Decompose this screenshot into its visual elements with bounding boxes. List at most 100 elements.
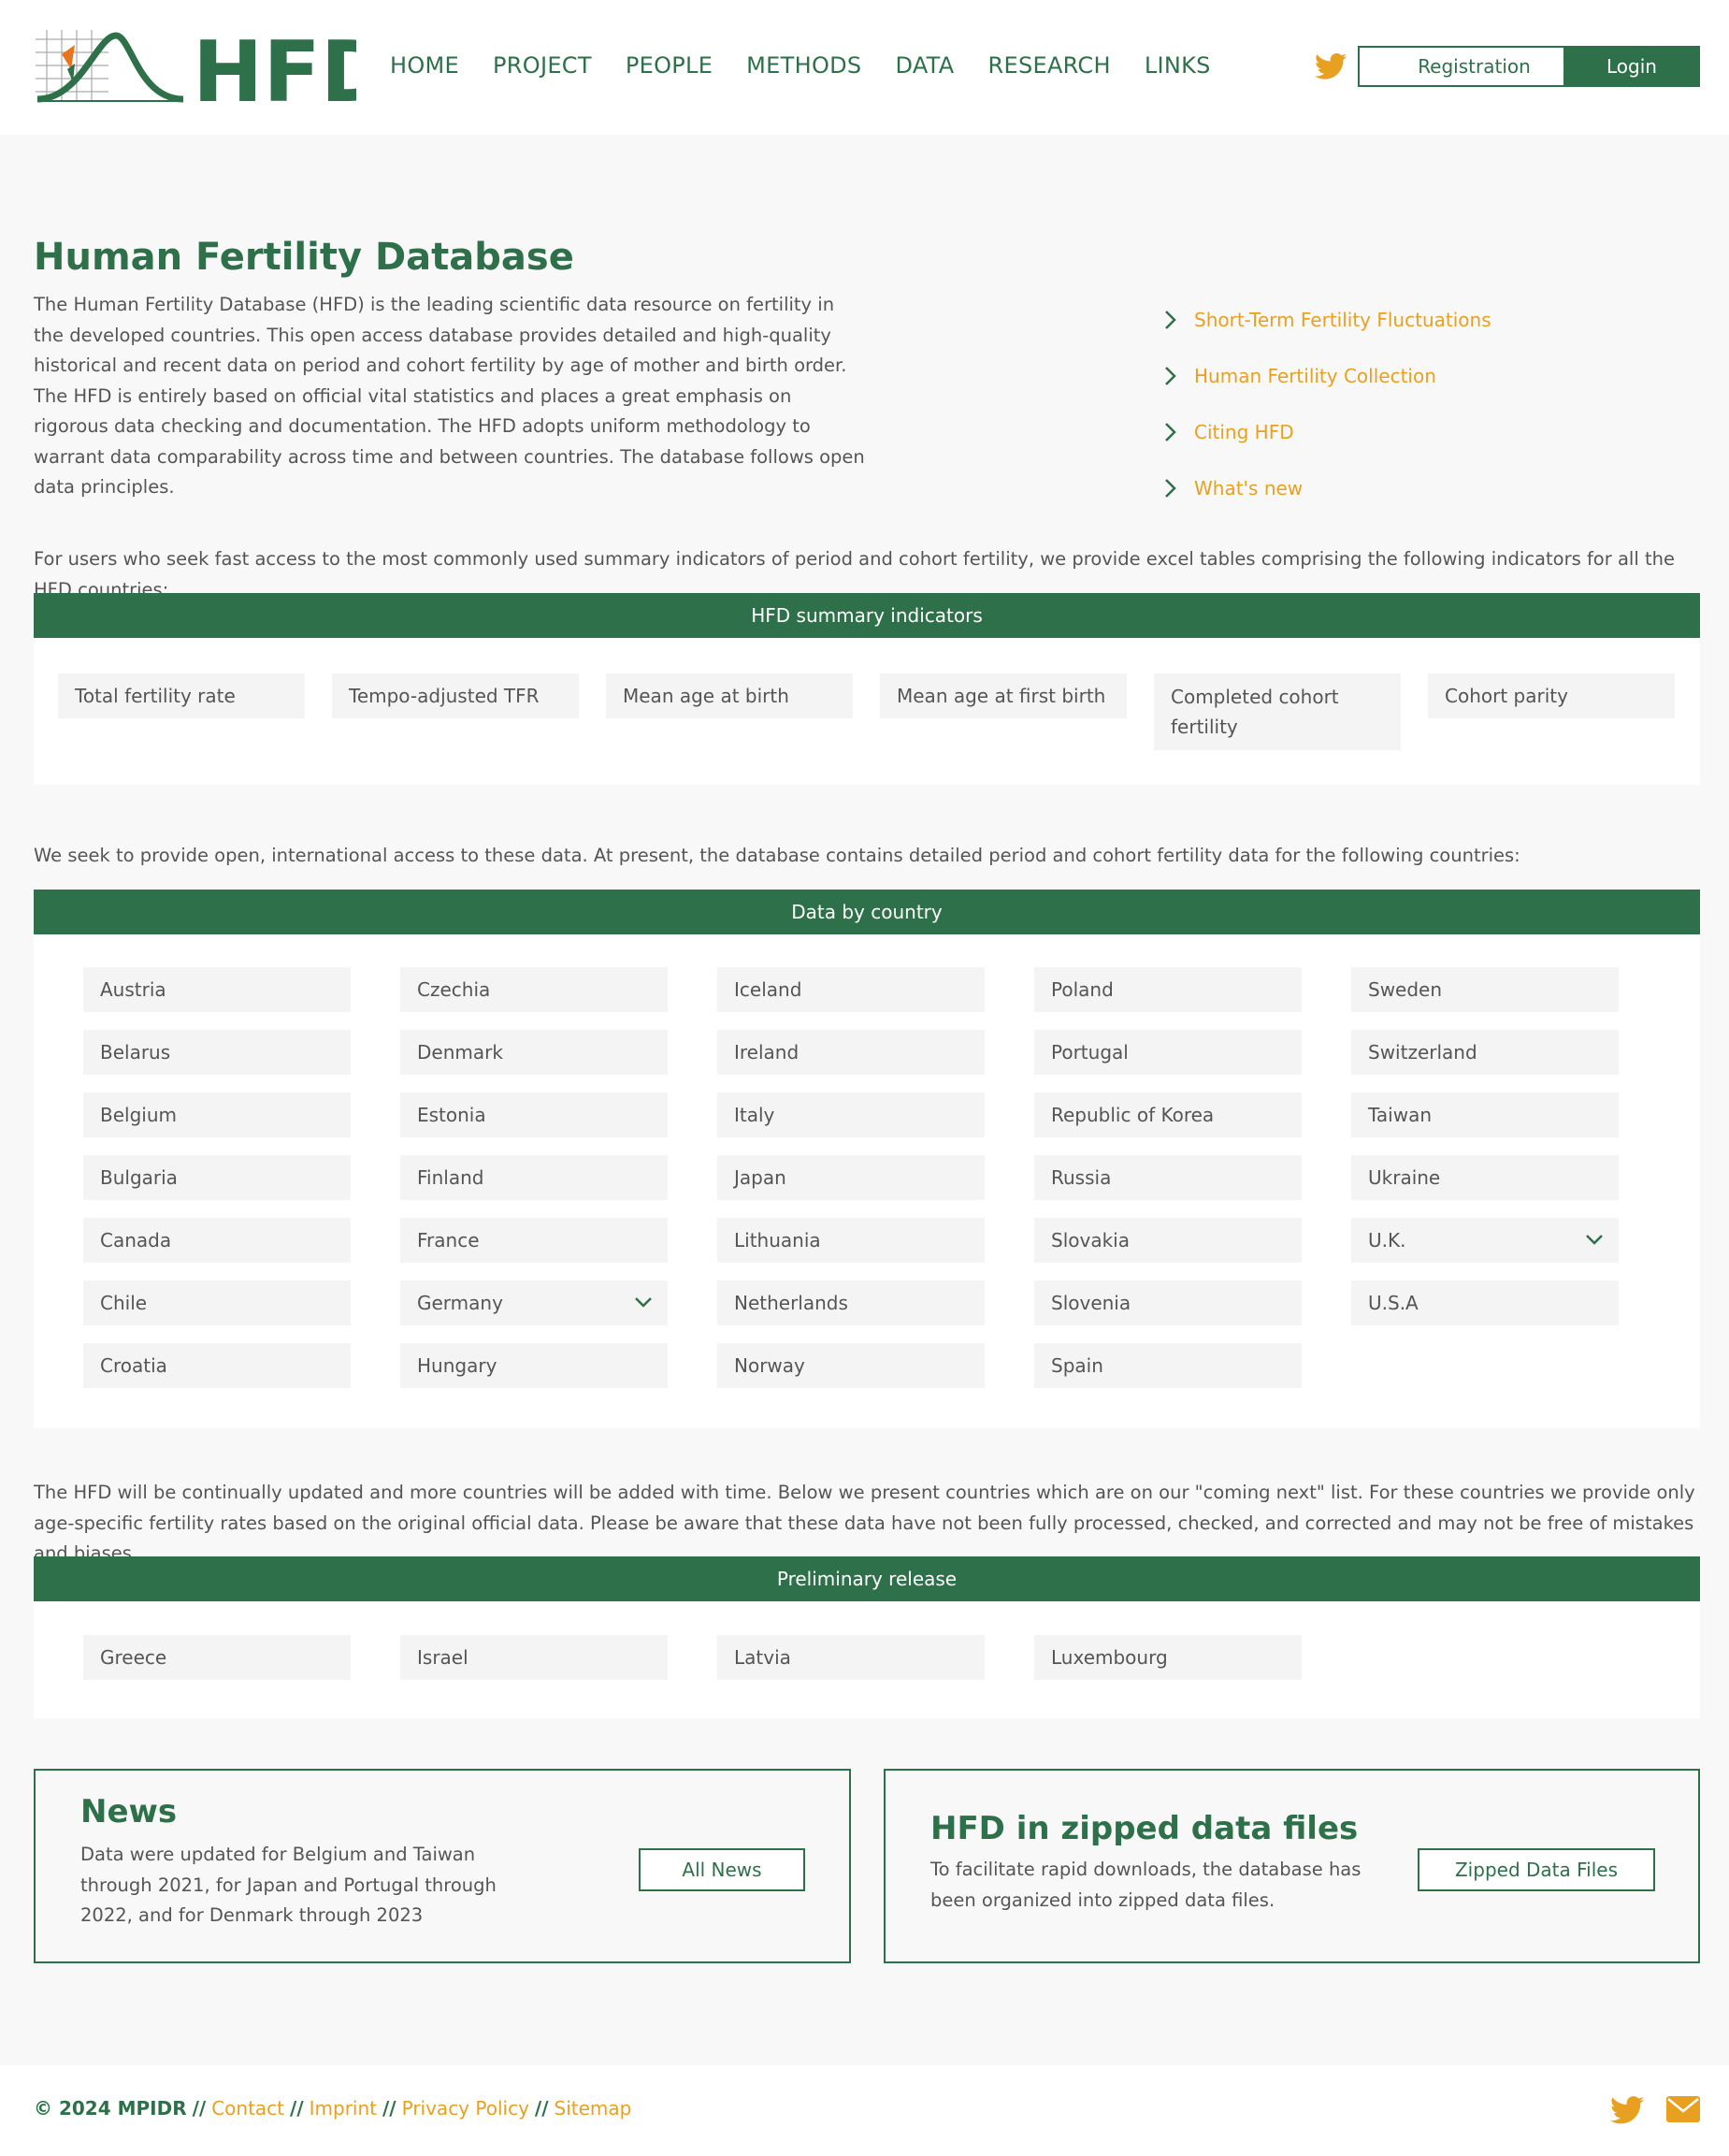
footer-link-privacy-policy[interactable]: Privacy Policy xyxy=(402,2097,529,2120)
main-nav: HOME PROJECT PEOPLE METHODS DATA RESEARC… xyxy=(390,52,1245,79)
country-item[interactable]: Ireland xyxy=(717,1030,985,1075)
page-title: Human Fertility Database xyxy=(34,236,574,279)
news-text: Data were updated for Belgium and Taiwan… xyxy=(80,1844,497,1926)
prelim-intro: The HFD will be continually updated and … xyxy=(34,1482,1695,1564)
prelim-country-item[interactable]: Greece xyxy=(83,1635,351,1680)
link-human-fertility-collection[interactable]: Human Fertility Collection xyxy=(1164,348,1491,404)
indicator-mean-age-first-birth[interactable]: Mean age at first birth xyxy=(880,673,1127,718)
country-item[interactable]: Austria xyxy=(83,967,351,1012)
chevron-right-icon xyxy=(1165,479,1176,498)
footer-link-contact[interactable]: Contact xyxy=(211,2097,284,2120)
country-item[interactable]: Iceland xyxy=(717,967,985,1012)
country-item[interactable]: Czechia xyxy=(400,967,668,1012)
country-label: Germany xyxy=(417,1292,503,1314)
country-item[interactable]: Bulgaria xyxy=(83,1155,351,1200)
country-item[interactable]: Croatia xyxy=(83,1343,351,1388)
nav-data[interactable]: DATA xyxy=(895,52,954,79)
zipped-data-files-button[interactable]: Zipped Data Files xyxy=(1418,1848,1655,1891)
country-item[interactable]: U.S.A xyxy=(1351,1281,1619,1325)
summary-panel: Total fertility rate Tempo-adjusted TFR … xyxy=(34,638,1700,785)
countries-panel: Austria Belarus Belgium Bulgaria Canada … xyxy=(34,934,1700,1428)
logo-text: HFD xyxy=(193,26,356,107)
nav-research[interactable]: RESEARCH xyxy=(988,52,1111,79)
twitter-icon[interactable] xyxy=(1315,52,1347,84)
country-item[interactable]: Belgium xyxy=(83,1092,351,1137)
link-short-term-fluctuations[interactable]: Short-Term Fertility Fluctuations xyxy=(1164,292,1491,348)
countries-intro: We seek to provide open, international a… xyxy=(34,845,1520,866)
separator: // xyxy=(534,2097,549,2120)
countries-header: Data by country xyxy=(34,890,1700,934)
zipped-box: HFD in zipped data files To facilitate r… xyxy=(884,1769,1700,1963)
prelim-country-item[interactable]: Israel xyxy=(400,1635,668,1680)
country-item[interactable]: Sweden xyxy=(1351,967,1619,1012)
country-item[interactable]: Taiwan xyxy=(1351,1092,1619,1137)
indicator-mean-age-at-birth[interactable]: Mean age at birth xyxy=(606,673,853,718)
country-item[interactable]: Norway xyxy=(717,1343,985,1388)
copyright: © 2024 MPIDR xyxy=(34,2097,187,2120)
country-item[interactable]: Chile xyxy=(83,1281,351,1325)
news-title: News xyxy=(80,1793,178,1830)
indicator-cohort-parity[interactable]: Cohort parity xyxy=(1428,673,1675,718)
nav-home[interactable]: HOME xyxy=(390,52,459,79)
country-item[interactable]: Lithuania xyxy=(717,1218,985,1263)
summary-header: HFD summary indicators xyxy=(34,593,1700,638)
chevron-down-icon xyxy=(1586,1235,1603,1245)
country-item[interactable]: Ukraine xyxy=(1351,1155,1619,1200)
link-citing-hfd[interactable]: Citing HFD xyxy=(1164,404,1491,460)
hfd-logo[interactable]: HFD xyxy=(34,23,391,122)
country-item[interactable]: Poland xyxy=(1034,967,1302,1012)
link-whats-new[interactable]: What's new xyxy=(1164,460,1491,516)
zipped-text: To facilitate rapid downloads, the datab… xyxy=(930,1859,1362,1911)
nav-project[interactable]: PROJECT xyxy=(493,52,592,79)
country-dropdown-uk[interactable]: U.K. xyxy=(1351,1218,1619,1263)
chevron-right-icon xyxy=(1165,423,1176,441)
prelim-country-item[interactable]: Luxembourg xyxy=(1034,1635,1302,1680)
nav-methods[interactable]: METHODS xyxy=(746,52,861,79)
side-link-label: Short-Term Fertility Fluctuations xyxy=(1194,309,1491,331)
chevron-right-icon xyxy=(1165,311,1176,329)
indicator-completed-cohort-fertility[interactable]: Completed cohort fertility xyxy=(1154,673,1401,750)
country-item[interactable]: Switzerland xyxy=(1351,1030,1619,1075)
country-item[interactable]: Republic of Korea xyxy=(1034,1092,1302,1137)
twitter-icon[interactable] xyxy=(1610,2095,1644,2129)
zipped-title: HFD in zipped data files xyxy=(930,1810,1359,1847)
news-box: News Data were updated for Belgium and T… xyxy=(34,1769,851,1963)
country-item[interactable]: Netherlands xyxy=(717,1281,985,1325)
country-item[interactable]: Italy xyxy=(717,1092,985,1137)
country-item[interactable]: Slovenia xyxy=(1034,1281,1302,1325)
country-item[interactable]: Canada xyxy=(83,1218,351,1263)
country-item[interactable]: France xyxy=(400,1218,668,1263)
mail-icon[interactable] xyxy=(1665,2095,1701,2127)
country-item[interactable]: Hungary xyxy=(400,1343,668,1388)
side-links: Short-Term Fertility Fluctuations Human … xyxy=(1164,292,1491,516)
footer-link-sitemap[interactable]: Sitemap xyxy=(555,2097,632,2120)
country-item[interactable]: Finland xyxy=(400,1155,668,1200)
prelim-panel: Greece Israel Latvia Luxembourg xyxy=(34,1601,1700,1718)
indicator-tempo-adjusted-tfr[interactable]: Tempo-adjusted TFR xyxy=(332,673,579,718)
prelim-country-item[interactable]: Latvia xyxy=(717,1635,985,1680)
country-item[interactable]: Belarus xyxy=(83,1030,351,1075)
footer-link-imprint[interactable]: Imprint xyxy=(310,2097,377,2120)
indicator-total-fertility-rate[interactable]: Total fertility rate xyxy=(58,673,305,718)
separator: // xyxy=(290,2097,304,2120)
all-news-button[interactable]: All News xyxy=(639,1848,805,1891)
country-item[interactable]: Russia xyxy=(1034,1155,1302,1200)
country-item[interactable]: Spain xyxy=(1034,1343,1302,1388)
country-item[interactable]: Slovakia xyxy=(1034,1218,1302,1263)
nav-people[interactable]: PEOPLE xyxy=(626,52,713,79)
nav-links[interactable]: LINKS xyxy=(1145,52,1211,79)
country-dropdown-germany[interactable]: Germany xyxy=(400,1281,668,1325)
site-footer: © 2024 MPIDR // Contact // Imprint // Pr… xyxy=(0,2065,1729,2156)
side-link-label: Citing HFD xyxy=(1194,421,1294,443)
side-link-label: What's new xyxy=(1194,477,1304,499)
country-item[interactable]: Portugal xyxy=(1034,1030,1302,1075)
country-item[interactable]: Estonia xyxy=(400,1092,668,1137)
intro-text: The Human Fertility Database (HFD) is th… xyxy=(34,294,865,498)
country-item[interactable]: Japan xyxy=(717,1155,985,1200)
country-label: U.K. xyxy=(1368,1229,1406,1252)
separator: // xyxy=(382,2097,396,2120)
login-button[interactable]: Login xyxy=(1563,46,1700,87)
registration-button[interactable]: Registration xyxy=(1358,46,1591,87)
side-link-label: Human Fertility Collection xyxy=(1194,365,1436,387)
country-item[interactable]: Denmark xyxy=(400,1030,668,1075)
